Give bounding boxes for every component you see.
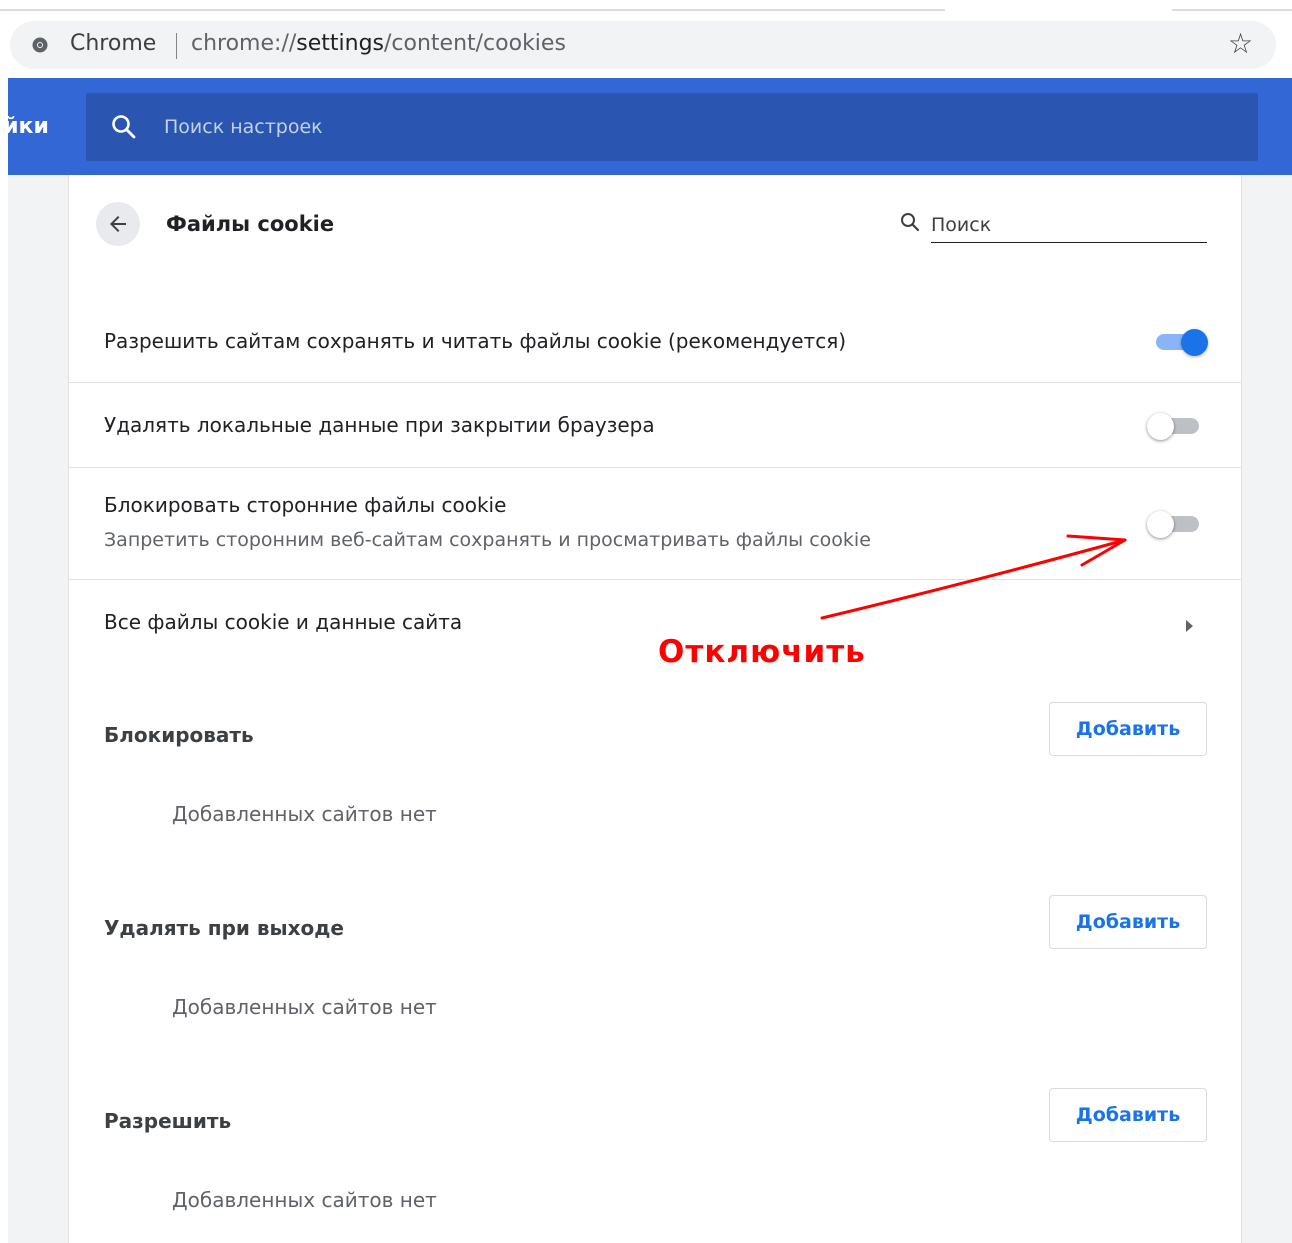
page-background-left [8,175,68,1243]
setting-row-allow-cookies: Разрешить сайтам сохранять и читать файл… [69,298,1241,383]
setting-row-clear-on-exit: Удалять локальные данные при закрытии бр… [69,383,1241,468]
chrome-info-icon[interactable] [32,37,48,53]
setting-row-block-third-party: Блокировать сторонние файлы cookie Запре… [69,468,1241,580]
star-icon[interactable]: ☆ [1228,27,1253,61]
chevron-right-icon [1186,620,1193,632]
section-title-block: Блокировать [104,723,254,747]
empty-list-text: Добавленных сайтов нет [172,802,437,826]
add-clear-on-exit-button[interactable]: Добавить [1049,895,1207,949]
all-cookies-link-label: Все файлы cookie и данные сайта [104,610,463,634]
cookies-settings-card: Файлы cookie Разрешить сайтам сохранять … [68,175,1242,1243]
back-button[interactable] [96,202,140,246]
url-host: settings [296,31,384,56]
url-scheme: chrome:// [191,31,297,56]
setting-label: Удалять локальные данные при закрытии бр… [104,413,655,437]
cookies-search-input[interactable] [931,207,1207,243]
block-third-party-toggle[interactable] [1147,508,1203,538]
add-block-button[interactable]: Добавить [1049,702,1207,756]
tab-strip-edge [0,9,945,11]
settings-search-input[interactable] [164,111,764,143]
annotation-label: Отключить [658,634,866,670]
search-icon [112,115,136,139]
tab-strip-edge-right [1172,9,1292,11]
clear-on-exit-toggle[interactable] [1147,410,1203,440]
allow-cookies-toggle[interactable] [1152,326,1208,356]
page-background-right [1242,175,1292,1243]
site-name: Chrome [70,31,157,56]
toggle-knob [1181,329,1208,356]
url-separator [176,33,177,59]
all-cookies-link-row[interactable]: Все файлы cookie и данные сайта [69,580,1241,665]
url-path: /content/cookies [384,31,566,56]
add-allow-button[interactable]: Добавить [1049,1088,1207,1142]
section-title-clear-on-exit: Удалять при выходе [104,916,344,940]
setting-label: Разрешить сайтам сохранять и читать файл… [104,329,847,353]
setting-description: Запретить сторонним веб-сайтам сохранять… [104,529,871,551]
toggle-knob [1147,413,1174,440]
address-bar[interactable]: Chrome chrome://settings/content/cookies… [10,21,1276,69]
settings-title: ойки [0,114,49,139]
settings-header: ойки [0,78,1292,175]
url-text[interactable]: chrome://settings/content/cookies [191,31,566,56]
setting-label: Блокировать сторонние файлы cookie [104,493,507,517]
toggle-knob [1147,511,1174,538]
search-icon [901,213,920,232]
page-title: Файлы cookie [166,212,335,236]
empty-list-text: Добавленных сайтов нет [172,1188,437,1212]
arrow-back-icon [110,216,126,232]
browser-toolbar: Chrome chrome://settings/content/cookies… [0,0,1292,78]
settings-search-bar[interactable] [86,93,1258,161]
empty-list-text: Добавленных сайтов нет [172,995,437,1019]
section-title-allow: Разрешить [104,1109,232,1133]
